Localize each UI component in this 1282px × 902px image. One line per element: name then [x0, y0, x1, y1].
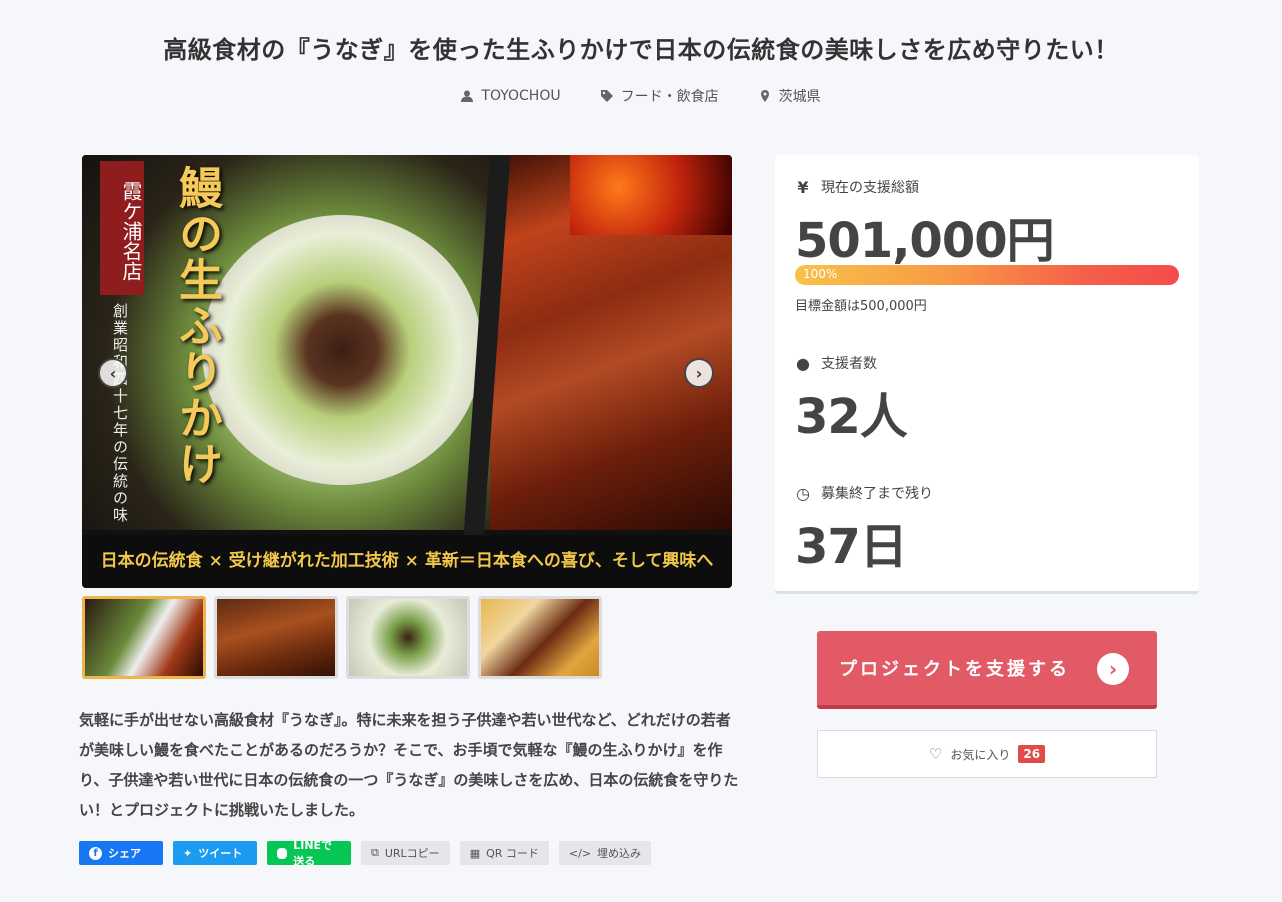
- favorite-count-badge: 26: [1018, 745, 1046, 763]
- thumbnail-4[interactable]: [478, 596, 602, 679]
- favorite-button[interactable]: ♡ お気に入り 26: [817, 730, 1157, 778]
- amount-label: 現在の支援総額: [821, 180, 919, 196]
- remaining-value: 37日: [795, 519, 908, 575]
- goal-amount: 目標金額は500,000円: [795, 299, 927, 314]
- location-name: 茨城県: [778, 89, 821, 105]
- main-visual-slider[interactable]: 霞ケ浦名店 創業昭和四十七年の伝統の味 鰻の生ふりかけ 日本の伝統食 × 受け継…: [82, 155, 732, 588]
- hero-caption: 日本の伝統食 × 受け継がれた加工技術 × 革新＝日本食への喜び、そして興味へ: [82, 535, 732, 588]
- share-bar: f シェア ✦ ツイート LINEで送る ⧉ URLコピー ▦ QR コード <…: [79, 839, 652, 868]
- backers-label: 支援者数: [821, 356, 877, 372]
- chevron-right-icon: ›: [695, 363, 703, 383]
- qr-code-label: QR コード: [486, 847, 539, 860]
- hero-ember: [570, 155, 732, 235]
- thumbnail-strip: [82, 596, 602, 679]
- project-description: 気軽に手が出せない高級食材『うなぎ』。特に未来を担う子供達や若い世代など、どれだ…: [79, 711, 739, 819]
- hero-image-bowl: [82, 155, 502, 530]
- category-name: フード・飲食店: [620, 89, 719, 105]
- user-icon: ●: [796, 353, 810, 373]
- favorite-label: お気に入り: [950, 747, 1011, 762]
- twitter-share-button[interactable]: ✦ ツイート: [173, 841, 257, 865]
- yen-icon: ¥: [797, 177, 809, 197]
- hero-image-grilled-eel: [490, 155, 732, 530]
- facebook-share-label: シェア: [108, 847, 141, 860]
- hero-sub-text: 創業昭和四十七年の伝統の味: [111, 303, 129, 524]
- progress-bar: 100%: [795, 265, 1179, 285]
- backers-label-row: ● 支援者数: [795, 353, 877, 373]
- qr-code-button[interactable]: ▦ QR コード: [459, 841, 549, 865]
- owner-name: TOYOCHOU: [481, 88, 561, 104]
- embed-label: 埋め込み: [597, 847, 642, 860]
- support-button-label: プロジェクトを支援する: [839, 659, 1070, 680]
- progress-label: 100%: [803, 267, 838, 281]
- clock-icon: ◷: [796, 483, 810, 503]
- code-icon: </>: [568, 846, 592, 860]
- user-icon: [461, 90, 474, 102]
- qr-code-icon: ▦: [469, 846, 481, 860]
- backers-value: 32人: [795, 389, 908, 445]
- hero-badge-text: 霞ケ浦名店: [100, 161, 144, 295]
- thumbnail-3[interactable]: [346, 596, 470, 679]
- facebook-share-button[interactable]: f シェア: [79, 841, 163, 865]
- copy-url-button[interactable]: ⧉ URLコピー: [361, 841, 450, 865]
- amount-value: 501,000円: [795, 213, 1055, 269]
- heart-icon: ♡: [928, 745, 943, 763]
- copy-icon: ⧉: [371, 846, 379, 859]
- funding-stats-card: ¥ 現在の支援総額 501,000円 100% 目標金額は500,000円 ● …: [775, 155, 1199, 594]
- owner-link[interactable]: TOYOCHOU: [461, 86, 561, 106]
- line-share-label: LINEで送る: [293, 839, 333, 868]
- remaining-label-row: ◷ 募集終了まで残り: [795, 483, 933, 503]
- page-title: 高級食材の『うなぎ』を使った生ふりかけで日本の伝統食の美味しさを広め守りたい！: [163, 36, 1119, 64]
- twitter-share-label: ツイート: [198, 847, 243, 860]
- remaining-label: 募集終了まで残り: [821, 486, 933, 502]
- tag-icon: [600, 90, 613, 102]
- chevron-right-icon: ›: [1097, 653, 1129, 685]
- map-pin-icon: [760, 90, 769, 102]
- slider-next-button[interactable]: ›: [684, 358, 714, 388]
- location-link[interactable]: 茨城県: [759, 86, 821, 106]
- support-project-button[interactable]: プロジェクトを支援する ›: [817, 631, 1157, 709]
- category-link[interactable]: フード・飲食店: [600, 86, 719, 106]
- thumbnail-1[interactable]: [82, 596, 206, 679]
- chevron-left-icon: ‹: [109, 363, 117, 383]
- line-icon: [277, 847, 288, 859]
- slider-prev-button[interactable]: ‹: [98, 358, 128, 388]
- hero-main-text: 鰻の生ふりかけ: [171, 165, 222, 487]
- line-share-button[interactable]: LINEで送る: [267, 839, 351, 868]
- embed-button[interactable]: </> 埋め込み: [558, 841, 652, 865]
- thumbnail-2[interactable]: [214, 596, 338, 679]
- hero-bowl: [202, 215, 482, 485]
- project-meta: TOYOCHOU フード・飲食店 茨城県: [0, 86, 1282, 106]
- copy-url-label: URLコピー: [384, 847, 440, 860]
- twitter-icon: ✦: [183, 846, 193, 860]
- facebook-icon: f: [89, 846, 102, 860]
- amount-label-row: ¥ 現在の支援総額: [795, 177, 919, 197]
